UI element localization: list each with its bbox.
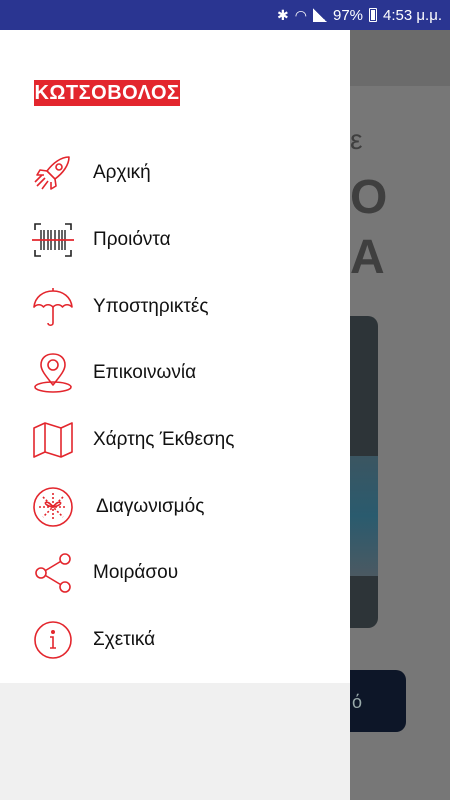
menu-item-label: Υποστηρικτές	[93, 295, 209, 317]
menu-item-supporters[interactable]: Υποστηρικτές	[0, 273, 350, 340]
barcode-scan-icon	[30, 217, 76, 263]
background-title-2: Α	[350, 231, 385, 284]
menu-item-label: Χάρτης Έκθεσης	[93, 429, 235, 451]
map-icon	[30, 417, 76, 463]
background-button: ό	[350, 670, 406, 732]
status-bar: ✱ ◠ 97% 4:53 μ.μ.	[0, 0, 450, 30]
background-heading: ε	[350, 124, 363, 155]
menu-item-label: Προιόντα	[93, 229, 171, 251]
info-icon	[30, 617, 76, 663]
share-icon	[30, 550, 76, 596]
menu-item-label: Μοιράσου	[93, 562, 179, 584]
menu-item-label: Επικοινωνία	[93, 362, 197, 384]
drawer-panel: ΚΩΤΣΟΒΟΛΟΣ Αρχική Προιόντα Υποστηρικτές …	[0, 30, 350, 683]
location-pin-icon	[30, 350, 76, 396]
menu-item-exhibition-map[interactable]: Χάρτης Έκθεσης	[0, 407, 350, 474]
bluetooth-icon: ✱	[277, 6, 289, 23]
brand-logo: ΚΩΤΣΟΒΟΛΟΣ	[32, 78, 182, 108]
menu-item-contest[interactable]: Διαγωνισμός	[0, 473, 350, 540]
menu-item-label: Διαγωνισμός	[96, 495, 205, 517]
background-app: ε Ο Α ό	[350, 30, 450, 800]
menu-item-label: Αρχική	[93, 162, 151, 184]
gift-icon	[30, 484, 76, 530]
background-product-card	[350, 316, 378, 628]
background-title-1: Ο	[350, 171, 388, 224]
signal-icon	[312, 8, 327, 22]
navigation-drawer: ΚΩΤΣΟΒΟΛΟΣ Αρχική Προιόντα Υποστηρικτές …	[0, 30, 350, 800]
battery-percentage: 97%	[332, 6, 364, 24]
menu-item-home[interactable]: Αρχική	[0, 140, 350, 207]
clock: 4:53 μ.μ.	[383, 6, 442, 24]
menu-item-contact[interactable]: Επικοινωνία	[0, 340, 350, 407]
drawer-menu: Αρχική Προιόντα Υποστηρικτές Επικοινωνία…	[0, 140, 350, 674]
wifi-icon: ◠	[294, 6, 307, 23]
menu-item-label: Σχετικά	[93, 629, 156, 651]
background-toolbar	[350, 30, 450, 86]
rocket-icon	[30, 150, 76, 196]
menu-item-about[interactable]: Σχετικά	[0, 607, 350, 674]
menu-item-products[interactable]: Προιόντα	[0, 207, 350, 274]
menu-item-share[interactable]: Μοιράσου	[0, 540, 350, 607]
umbrella-icon	[30, 284, 76, 330]
battery-icon	[369, 8, 378, 22]
